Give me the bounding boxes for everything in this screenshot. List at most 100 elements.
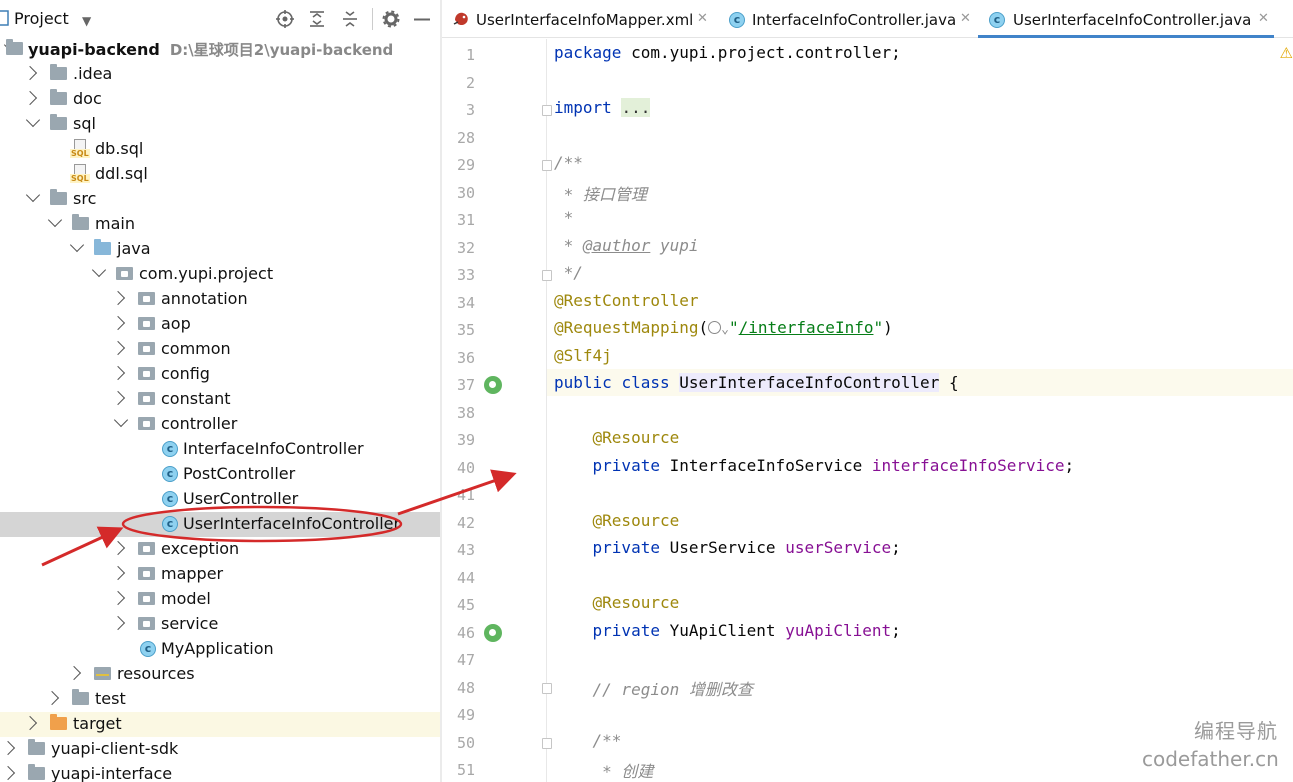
- tree-item[interactable]: service: [0, 612, 440, 637]
- tree-item[interactable]: sql: [0, 112, 440, 137]
- close-icon[interactable]: ✕: [697, 11, 708, 26]
- chevron-down-icon[interactable]: [91, 262, 107, 278]
- chevron-right-icon[interactable]: [66, 665, 82, 681]
- package-icon: [138, 617, 155, 630]
- tree-item[interactable]: model: [0, 587, 440, 612]
- fold-marker-icon[interactable]: [542, 737, 552, 749]
- code-token: * 接口管理: [554, 184, 647, 204]
- tree-item-label: yuapi-interface: [51, 764, 173, 782]
- chevron-right-icon[interactable]: [110, 315, 126, 331]
- tree-item[interactable]: mapper: [0, 562, 440, 587]
- code-token: // region 增删改查: [592, 679, 753, 699]
- collapse-all-icon[interactable]: [342, 10, 358, 28]
- line-number: 34: [456, 293, 475, 312]
- package-icon: [138, 592, 155, 605]
- tree-item[interactable]: yuapi-interface: [0, 762, 440, 782]
- code-token: @RestController: [554, 290, 699, 310]
- fold-marker-icon[interactable]: [542, 682, 552, 694]
- code-line: @Resource: [554, 593, 680, 612]
- tree-item[interactable]: annotation: [0, 287, 440, 312]
- tree-item[interactable]: controller: [0, 412, 440, 437]
- line-number: 2: [465, 73, 475, 92]
- chevron-down-icon[interactable]: [69, 237, 85, 253]
- tree-item[interactable]: target: [0, 712, 440, 737]
- locate-icon[interactable]: [276, 10, 294, 28]
- chevron-down-icon[interactable]: [47, 212, 63, 228]
- code-token: /interfaceInfo: [738, 318, 874, 337]
- close-icon[interactable]: ✕: [960, 11, 971, 26]
- tree-item[interactable]: com.yupi.project: [0, 262, 440, 287]
- line-number-gutter[interactable]: 1 2 3 28 29 30 31 32 33 34 35 36 37 38 39 40 41 42 43 44 45 4…: [442, 39, 552, 782]
- chevron-right-icon[interactable]: [110, 540, 126, 556]
- class-icon: c: [162, 441, 178, 457]
- fold-marker-icon[interactable]: [542, 270, 552, 281]
- chevron-down-icon[interactable]: ▼: [82, 11, 91, 31]
- editor-tab-bar: UserInterfaceInfoMapper.xml ✕ c Interfac…: [442, 0, 1293, 38]
- tree-item[interactable]: c MyApplication: [0, 637, 440, 662]
- gear-icon[interactable]: [382, 10, 400, 28]
- tree-item[interactable]: c InterfaceInfoController: [0, 437, 440, 462]
- tree-item[interactable]: SQL ddl.sql: [0, 162, 440, 187]
- project-view-selector[interactable]: Project: [14, 9, 69, 28]
- tree-item[interactable]: constant: [0, 387, 440, 412]
- spring-bean-icon[interactable]: [484, 623, 502, 642]
- chevron-right-icon[interactable]: [110, 290, 126, 306]
- chevron-right-icon[interactable]: [110, 365, 126, 381]
- chevron-down-icon[interactable]: ⌄: [721, 322, 729, 337]
- tree-item[interactable]: yuapi-client-sdk: [0, 737, 440, 762]
- tree-item[interactable]: SQL db.sql: [0, 137, 440, 162]
- tree-item[interactable]: c PostController: [0, 462, 440, 487]
- chevron-right-icon[interactable]: [22, 90, 38, 106]
- chevron-right-icon[interactable]: [110, 615, 126, 631]
- tree-item[interactable]: src: [0, 187, 440, 212]
- chevron-right-icon[interactable]: [0, 740, 16, 756]
- chevron-right-icon[interactable]: [110, 565, 126, 581]
- tree-item[interactable]: c UserController: [0, 487, 440, 512]
- code-token: YuApiClient: [669, 620, 786, 640]
- fold-marker-icon[interactable]: [542, 160, 552, 171]
- tree-item[interactable]: config: [0, 362, 440, 387]
- tree-item[interactable]: resources: [0, 662, 440, 687]
- tree-item[interactable]: aop: [0, 312, 440, 337]
- code-line: @Resource: [554, 511, 680, 530]
- chevron-right-icon[interactable]: [110, 590, 126, 606]
- chevron-right-icon[interactable]: [44, 690, 60, 706]
- code-token: import: [554, 98, 622, 117]
- code-token: UserService: [669, 538, 786, 557]
- tree-item[interactable]: doc: [0, 87, 440, 112]
- tree-item[interactable]: test: [0, 687, 440, 712]
- tree-item[interactable]: c UserInterfaceInfoController: [0, 512, 440, 537]
- globe-icon[interactable]: [708, 321, 722, 334]
- chevron-right-icon[interactable]: [0, 765, 16, 781]
- tree-item[interactable]: exception: [0, 537, 440, 562]
- tree-item[interactable]: main: [0, 212, 440, 237]
- spring-bean-icon[interactable]: [484, 376, 502, 394]
- warning-icon[interactable]: ⚠: [1280, 44, 1293, 62]
- chevron-right-icon[interactable]: [22, 715, 38, 731]
- tree-item[interactable]: java: [0, 237, 440, 262]
- line-number: 45: [456, 596, 475, 614]
- code-line: public class UserInterfaceInfoController…: [554, 373, 959, 392]
- chevron-down-icon[interactable]: [25, 187, 41, 203]
- tree-item-label: UserController: [183, 489, 299, 508]
- chevron-right-icon[interactable]: [110, 340, 126, 356]
- chevron-right-icon[interactable]: [22, 65, 38, 81]
- tab-interface-info-controller-java[interactable]: c InterfaceInfoController.java ✕: [718, 0, 978, 38]
- tab-user-interface-info-mapper-xml[interactable]: UserInterfaceInfoMapper.xml ✕: [442, 0, 714, 38]
- tree-item[interactable]: .idea: [0, 62, 440, 87]
- tree-item[interactable]: common: [0, 337, 440, 362]
- class-icon: c: [729, 12, 745, 28]
- tree-item[interactable]: yuapi-backend D:\星球项目2\yuapi-backend: [0, 37, 440, 62]
- package-icon: [138, 367, 155, 380]
- fold-marker-icon[interactable]: [542, 105, 552, 116]
- code-token: public: [554, 373, 622, 392]
- close-icon[interactable]: ✕: [1258, 11, 1269, 26]
- chevron-down-icon[interactable]: [25, 112, 41, 128]
- hide-icon[interactable]: [414, 18, 430, 21]
- tab-user-interface-info-controller-java[interactable]: c UserInterfaceInfoController.java ✕: [978, 0, 1274, 38]
- chevron-down-icon[interactable]: [113, 412, 129, 428]
- line-number: 41: [456, 486, 475, 504]
- expand-all-icon[interactable]: [309, 10, 325, 28]
- chevron-right-icon[interactable]: [110, 390, 126, 406]
